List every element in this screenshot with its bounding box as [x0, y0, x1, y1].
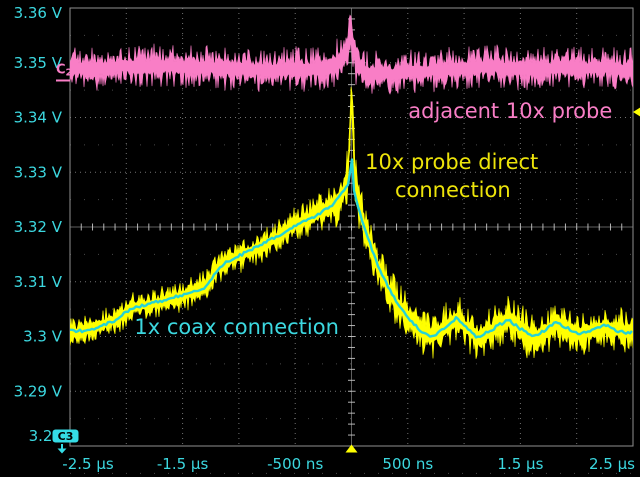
y-axis-label: 3.3 V [23, 328, 63, 346]
channel-marker-underline [56, 79, 70, 81]
y-axis-label: 3.34 V [14, 109, 63, 127]
oscilloscope-plot: adjacent 10x probe 10x probe direct connec… [0, 0, 640, 477]
y-axis-label: 3.32 V [14, 218, 63, 236]
channel-offset-marker-c3: C3 [53, 430, 79, 454]
x-axis-label: 2.5 µs [589, 455, 635, 473]
oscilloscope-screen: adjacent 10x probe 10x probe direct connec… [0, 0, 640, 477]
y-axis-label: 3.31 V [14, 273, 63, 291]
annotation-adjacent-10x-probe: adjacent 10x probe [408, 99, 612, 123]
x-axis-label: 500 ns [382, 455, 433, 473]
x-axis-label: -2.5 µs [62, 455, 114, 473]
annotation-10x-probe-direct: 10x probe direct [365, 150, 538, 174]
annotation-1x-coax-connection: 1x coax connection [134, 315, 339, 339]
x-axis-label: -1.5 µs [157, 455, 209, 473]
x-axis-label: -500 ns [267, 455, 323, 473]
y-axis-label: 3.36 V [14, 4, 63, 22]
x-axis-label: 1.5 µs [497, 455, 543, 473]
svg-text:C3: C3 [58, 430, 74, 443]
y-axis-label: 3.33 V [14, 163, 63, 181]
y-axis-label: 3.29 V [14, 382, 63, 400]
trigger-level-icon[interactable] [633, 107, 640, 117]
annotation-connection: connection [395, 178, 511, 202]
